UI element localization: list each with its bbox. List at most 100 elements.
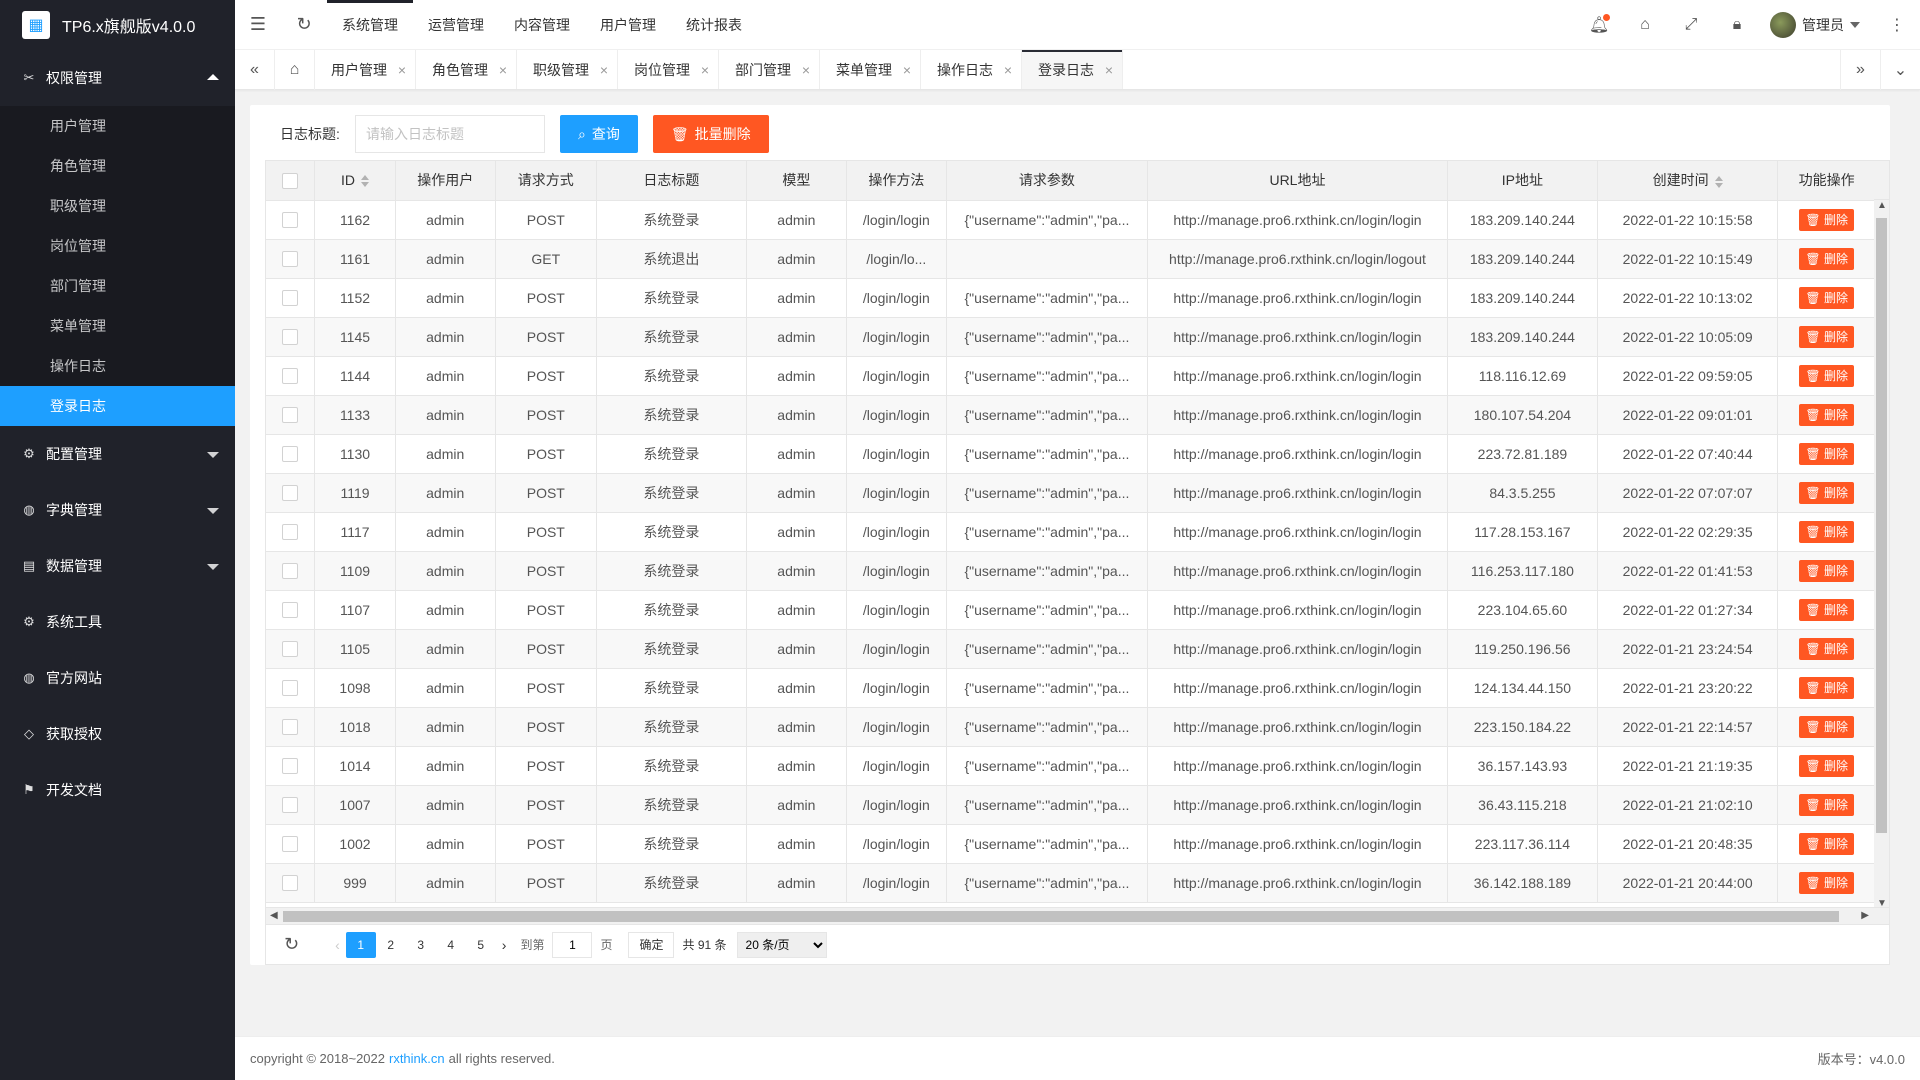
- page-tab[interactable]: 角色管理 ×: [416, 50, 517, 89]
- sidebar-group-4[interactable]: ⚙ 系统工具: [0, 594, 235, 650]
- top-menu-item[interactable]: 内容管理: [499, 0, 585, 50]
- lock-icon[interactable]: 🔒︎: [1714, 0, 1760, 50]
- row-checkbox[interactable]: [282, 407, 299, 424]
- row-delete-button[interactable]: 🗑︎ 删除: [1799, 325, 1854, 348]
- page-number-button[interactable]: 4: [436, 932, 466, 958]
- sidebar-item[interactable]: 角色管理: [0, 146, 235, 186]
- row-checkbox[interactable]: [282, 797, 299, 814]
- row-checkbox[interactable]: [282, 602, 299, 619]
- tabs-dropdown-icon[interactable]: ⌄: [1880, 50, 1920, 90]
- refresh-icon[interactable]: ↻: [281, 0, 327, 50]
- page-tab[interactable]: 菜单管理 ×: [820, 50, 921, 89]
- close-icon[interactable]: ×: [701, 50, 709, 89]
- row-delete-button[interactable]: 🗑︎ 删除: [1799, 208, 1854, 231]
- vertical-scroll-thumb[interactable]: [1876, 218, 1887, 833]
- footer-site-link[interactable]: rxthink.cn: [389, 1051, 445, 1066]
- app-logo[interactable]: ▦ TP6.x旗舰版v4.0.0: [0, 0, 235, 50]
- sidebar-group-1[interactable]: ⚙ 配置管理: [0, 426, 235, 482]
- row-checkbox[interactable]: [282, 212, 299, 229]
- sort-asc-icon[interactable]: [1714, 175, 1723, 181]
- tabs-scroll-left-icon[interactable]: «: [235, 50, 275, 90]
- row-checkbox[interactable]: [282, 446, 299, 463]
- row-checkbox[interactable]: [282, 719, 299, 736]
- sidebar-group-0[interactable]: ✂ 权限管理: [0, 50, 235, 106]
- row-checkbox[interactable]: [282, 563, 299, 580]
- row-checkbox[interactable]: [282, 524, 299, 541]
- sort-icon[interactable]: [361, 173, 369, 189]
- page-tab[interactable]: 操作日志 ×: [921, 50, 1022, 89]
- sidebar-item[interactable]: 岗位管理: [0, 226, 235, 266]
- goto-confirm-button[interactable]: 确定: [628, 931, 675, 958]
- page-tab[interactable]: 登录日志 ×: [1022, 50, 1123, 89]
- row-delete-button[interactable]: 🗑︎ 删除: [1799, 481, 1854, 504]
- close-icon[interactable]: ×: [802, 50, 810, 89]
- row-checkbox[interactable]: [282, 641, 299, 658]
- sidebar-item[interactable]: 菜单管理: [0, 306, 235, 346]
- row-delete-button[interactable]: 🗑︎ 删除: [1799, 871, 1854, 894]
- row-delete-button[interactable]: 🗑︎ 删除: [1799, 793, 1854, 816]
- sidebar-item[interactable]: 部门管理: [0, 266, 235, 306]
- page-number-button[interactable]: 1: [345, 931, 376, 958]
- row-delete-button[interactable]: 🗑︎ 删除: [1799, 247, 1854, 270]
- row-delete-button[interactable]: 🗑︎ 删除: [1799, 676, 1854, 699]
- row-delete-button[interactable]: 🗑︎ 删除: [1799, 364, 1854, 387]
- close-icon[interactable]: ×: [398, 50, 406, 89]
- row-delete-button[interactable]: 🗑︎ 删除: [1799, 598, 1854, 621]
- page-tab[interactable]: 职级管理 ×: [517, 50, 618, 89]
- row-checkbox[interactable]: [282, 290, 299, 307]
- close-icon[interactable]: ×: [1004, 50, 1012, 89]
- row-checkbox[interactable]: [282, 875, 299, 892]
- row-delete-button[interactable]: 🗑︎ 删除: [1799, 754, 1854, 777]
- page-number-button[interactable]: 5: [466, 932, 496, 958]
- batch-delete-button[interactable]: 🗑︎ 批量删除: [652, 115, 769, 153]
- sort-desc-icon[interactable]: [1714, 182, 1723, 188]
- top-menu-item[interactable]: 用户管理: [585, 0, 671, 50]
- row-checkbox[interactable]: [282, 680, 299, 697]
- page-number-button[interactable]: 2: [376, 932, 406, 958]
- sidebar-group-6[interactable]: ◇ 获取授权: [0, 706, 235, 762]
- row-delete-button[interactable]: 🗑︎ 删除: [1799, 520, 1854, 543]
- row-delete-button[interactable]: 🗑︎ 删除: [1799, 637, 1854, 660]
- row-checkbox[interactable]: [282, 368, 299, 385]
- page-tab[interactable]: 部门管理 ×: [719, 50, 820, 89]
- horizontal-scrollbar[interactable]: ◀ ▶: [266, 907, 1889, 924]
- row-delete-button[interactable]: 🗑︎ 删除: [1799, 286, 1854, 309]
- sort-desc-icon[interactable]: [361, 181, 369, 187]
- top-menu-item[interactable]: 统计报表: [671, 0, 757, 50]
- row-checkbox[interactable]: [282, 329, 299, 346]
- fullscreen-icon[interactable]: ⤢: [1668, 0, 1714, 50]
- sidebar-group-2[interactable]: ◍ 字典管理: [0, 482, 235, 538]
- row-checkbox[interactable]: [282, 485, 299, 502]
- row-delete-button[interactable]: 🗑︎ 删除: [1799, 559, 1854, 582]
- sidebar-group-7[interactable]: ⚑ 开发文档: [0, 762, 235, 818]
- top-menu-item[interactable]: 运营管理: [413, 0, 499, 50]
- close-icon[interactable]: ×: [499, 50, 507, 89]
- sort-asc-icon[interactable]: [361, 174, 369, 180]
- row-checkbox[interactable]: [282, 251, 299, 268]
- page-number-button[interactable]: 3: [406, 932, 436, 958]
- table-refresh-icon[interactable]: ↻: [284, 934, 299, 955]
- page-tab[interactable]: 用户管理 ×: [315, 50, 416, 89]
- more-vertical-icon[interactable]: ⋮: [1874, 0, 1920, 50]
- sidebar-item[interactable]: 职级管理: [0, 186, 235, 226]
- top-menu-item[interactable]: 系统管理: [327, 0, 413, 50]
- menu-toggle-icon[interactable]: ☰: [235, 0, 281, 50]
- close-icon[interactable]: ×: [600, 50, 608, 89]
- select-all-checkbox[interactable]: [282, 172, 299, 189]
- close-icon[interactable]: ×: [1105, 50, 1113, 89]
- sidebar-item[interactable]: 用户管理: [0, 106, 235, 146]
- row-delete-button[interactable]: 🗑︎ 删除: [1799, 403, 1854, 426]
- tag-icon[interactable]: ⌂: [1622, 0, 1668, 50]
- tabs-scroll-right-icon[interactable]: »: [1840, 50, 1880, 90]
- row-delete-button[interactable]: 🗑︎ 删除: [1799, 442, 1854, 465]
- row-delete-button[interactable]: 🗑︎ 删除: [1799, 832, 1854, 855]
- row-checkbox[interactable]: [282, 836, 299, 853]
- prev-page-icon[interactable]: ‹: [335, 937, 340, 953]
- next-page-icon[interactable]: ›: [502, 937, 507, 953]
- sort-icon[interactable]: [1714, 174, 1723, 190]
- scroll-right-icon[interactable]: ▶: [1861, 910, 1869, 921]
- scroll-up-icon[interactable]: ▲: [1877, 200, 1887, 211]
- row-delete-button[interactable]: 🗑︎ 删除: [1799, 715, 1854, 738]
- page-tab[interactable]: 岗位管理 ×: [618, 50, 719, 89]
- row-checkbox[interactable]: [282, 758, 299, 775]
